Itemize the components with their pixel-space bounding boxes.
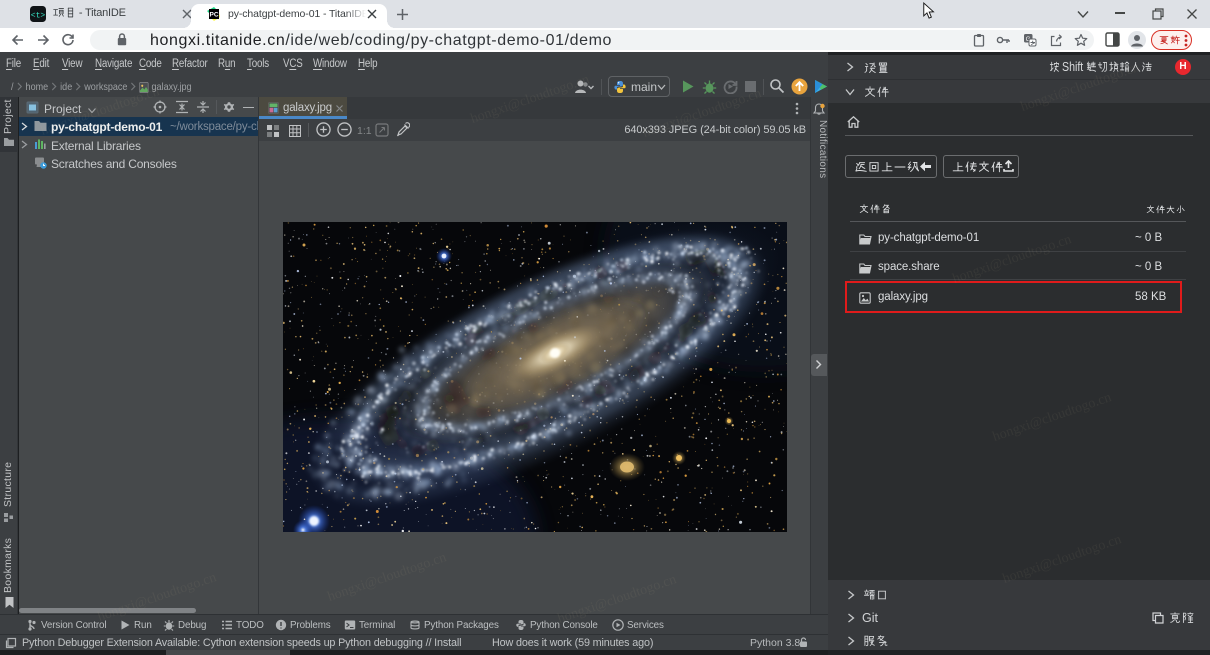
- svg-text:PC: PC: [209, 12, 218, 19]
- svg-text:<t>: <t>: [31, 12, 46, 21]
